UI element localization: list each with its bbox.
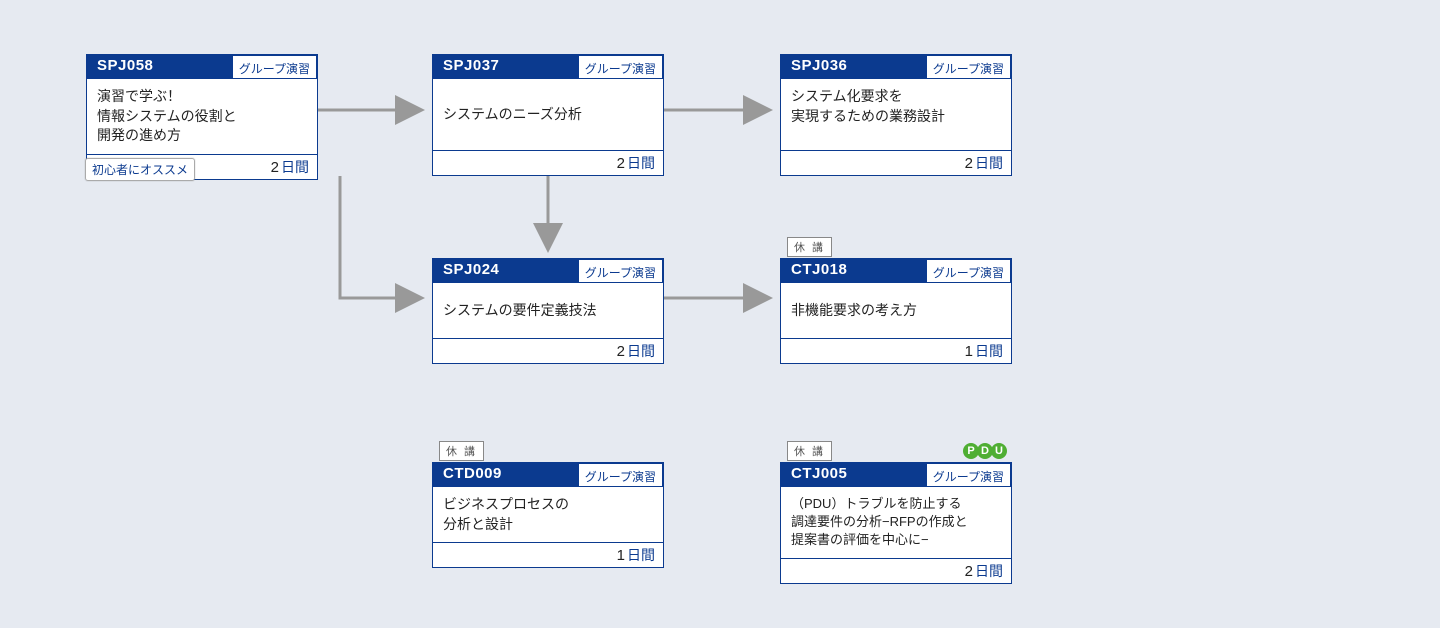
course-title: ビジネスプロセスの 分析と設計 xyxy=(433,487,663,543)
pdu-badge: PDU xyxy=(965,443,1007,459)
course-code: CTD009 xyxy=(433,463,578,487)
course-card-ctd009[interactable]: 休 講 CTD009 グループ演習 ビジネスプロセスの 分析と設計 1日間 xyxy=(432,462,664,568)
course-card-spj037[interactable]: SPJ037 グループ演習 システムのニーズ分析 2日間 xyxy=(432,54,664,176)
group-exercise-tag: グループ演習 xyxy=(926,259,1011,283)
course-code: SPJ037 xyxy=(433,55,578,79)
suspended-badge: 休 講 xyxy=(787,441,832,461)
course-code: SPJ024 xyxy=(433,259,578,283)
suspended-badge: 休 講 xyxy=(439,441,484,461)
course-card-spj024[interactable]: SPJ024 グループ演習 システムの要件定義技法 2日間 xyxy=(432,258,664,364)
course-title: （PDU）トラブルを防止する 調達要件の分析−RFPの作成と 提案書の評価を中心… xyxy=(781,487,1011,559)
course-code: CTJ018 xyxy=(781,259,926,283)
group-exercise-tag: グループ演習 xyxy=(578,55,663,79)
course-card-spj036[interactable]: SPJ036 グループ演習 システム化要求を 実現するための業務設計 2日間 xyxy=(780,54,1012,176)
group-exercise-tag: グループ演習 xyxy=(926,55,1011,79)
suspended-badge: 休 講 xyxy=(787,237,832,257)
group-exercise-tag: グループ演習 xyxy=(926,463,1011,487)
course-card-spj058[interactable]: SPJ058 グループ演習 演習で学ぶ！ 情報システムの役割と 開発の進め方 2… xyxy=(86,54,318,180)
course-code: CTJ005 xyxy=(781,463,926,487)
course-duration: 1日間 xyxy=(781,339,1011,363)
course-title: システム化要求を 実現するための業務設計 xyxy=(781,79,1011,151)
course-title: 演習で学ぶ！ 情報システムの役割と 開発の進め方 xyxy=(87,79,317,155)
course-code: SPJ036 xyxy=(781,55,926,79)
course-title: システムの要件定義技法 xyxy=(433,283,663,339)
group-exercise-tag: グループ演習 xyxy=(232,55,317,79)
course-duration: 2日間 xyxy=(433,151,663,175)
course-card-ctj005[interactable]: 休 講 PDU CTJ005 グループ演習 （PDU）トラブルを防止する 調達要… xyxy=(780,462,1012,584)
course-duration: 2日間 xyxy=(781,559,1011,583)
course-duration: 2日間 xyxy=(433,339,663,363)
course-duration: 1日間 xyxy=(433,543,663,567)
course-title: 非機能要求の考え方 xyxy=(781,283,1011,339)
course-card-ctj018[interactable]: 休 講 CTJ018 グループ演習 非機能要求の考え方 1日間 xyxy=(780,258,1012,364)
course-title: システムのニーズ分析 xyxy=(433,79,663,151)
course-code: SPJ058 xyxy=(87,55,232,79)
course-duration: 2日間 xyxy=(781,151,1011,175)
group-exercise-tag: グループ演習 xyxy=(578,463,663,487)
group-exercise-tag: グループ演習 xyxy=(578,259,663,283)
beginner-recommended-badge: 初心者にオススメ xyxy=(85,158,195,181)
